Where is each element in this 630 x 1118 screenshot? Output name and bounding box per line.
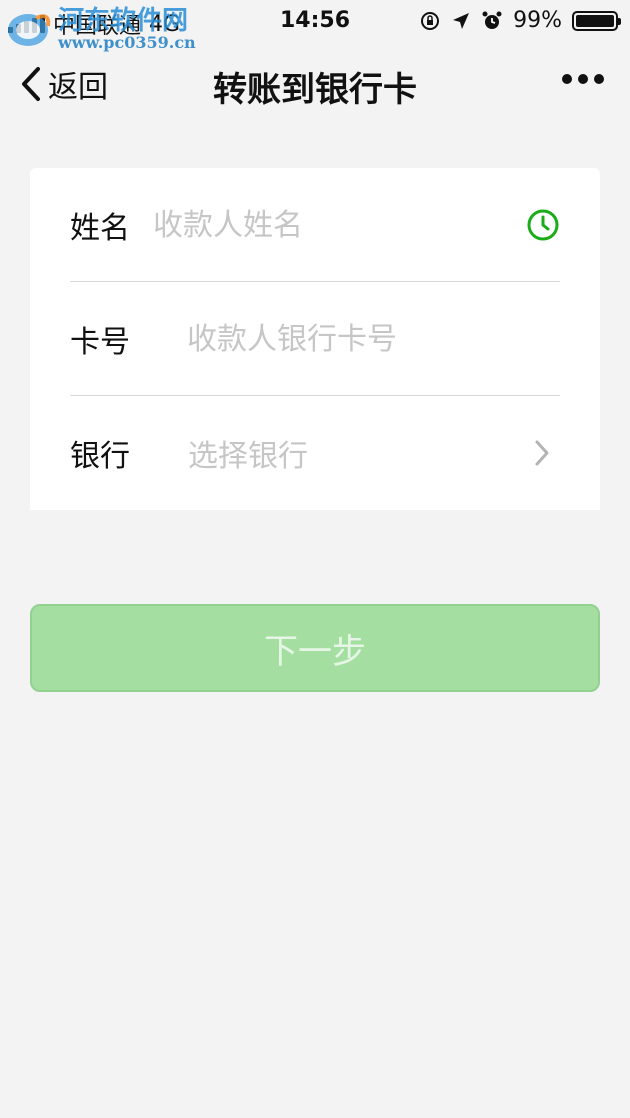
watermark-url: www.pc0359.cn [58, 33, 196, 53]
watermark-logo-icon [8, 14, 51, 47]
next-step-button[interactable]: 下一步 [30, 604, 600, 692]
location-icon [453, 12, 470, 29]
bank-select-placeholder[interactable]: 选择银行 [188, 431, 524, 475]
rotation-lock-icon [421, 11, 440, 30]
card-number-input[interactable] [187, 321, 560, 357]
alarm-icon [482, 11, 502, 29]
chevron-right-icon[interactable] [524, 435, 560, 471]
transfer-form: 姓名 卡号 银行 选择银行 [30, 168, 600, 510]
status-right: 99% [419, 8, 621, 33]
battery-fill [576, 14, 614, 27]
payee-name-label: 姓名 [70, 211, 130, 246]
card-number-row: 卡号 [70, 282, 560, 396]
page-title: 转账到银行卡 [213, 70, 417, 110]
payee-name-input[interactable] [153, 207, 526, 243]
payee-name-row: 姓名 [70, 168, 560, 282]
battery-icon [572, 10, 621, 31]
bank-label: 银行 [70, 439, 130, 474]
watermark-text: 河东软件网 www.pc0359.cn [58, 6, 196, 53]
card-number-label: 卡号 [70, 325, 130, 360]
bank-select-row[interactable]: 银行 选择银行 [70, 396, 560, 510]
clock-icon[interactable] [526, 207, 560, 243]
watermark-name: 河东软件网 [58, 6, 189, 36]
nav-bar: 返回 转账到银行卡 [0, 52, 630, 112]
battery-percent: 99% [513, 8, 562, 33]
watermark: 河东软件网 www.pc0359.cn [6, 6, 196, 53]
more-icon[interactable] [562, 74, 604, 84]
